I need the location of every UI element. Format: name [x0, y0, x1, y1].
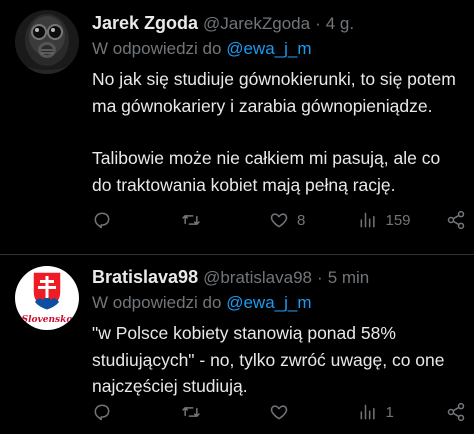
tweet-text: "w Polsce kobiety stanowią ponad 58% stu…	[92, 320, 462, 400]
tweet-paragraph: Talibowie może nie całkiem mi pasują, al…	[92, 148, 441, 195]
reply-icon	[94, 212, 110, 229]
share-button[interactable]	[446, 402, 466, 422]
separator-dot: ·	[315, 14, 321, 33]
reply-icon	[94, 404, 110, 421]
slovak-coat-of-arms-avatar: Slovensko	[15, 266, 79, 330]
tweet[interactable]: Slovensko Bratislava98 @bratislava98 · 5…	[0, 256, 474, 434]
tweet-paragraph: No jak się studiuje gównokierunki, to si…	[92, 69, 456, 116]
like-count: 8	[297, 211, 306, 229]
avatar[interactable]	[15, 10, 79, 74]
tweet-actions: 8 159	[92, 206, 466, 234]
author-name[interactable]: Bratislava98	[92, 264, 198, 290]
tweet-time[interactable]: 4 g.	[326, 11, 354, 37]
author-name[interactable]: Jarek Zgoda	[92, 10, 198, 36]
views-button[interactable]: 1	[358, 402, 418, 422]
tweet-header: Bratislava98 @bratislava98 · 5 min	[92, 264, 462, 290]
author-handle[interactable]: @bratislava98	[203, 265, 312, 291]
share-icon	[447, 402, 465, 422]
reply-mention[interactable]: @ewa_j_m	[226, 39, 311, 58]
avatar-caption: Slovensko	[22, 315, 73, 325]
reply-prefix: W odpowiedzi do	[92, 39, 222, 58]
views-icon	[360, 404, 375, 420]
tweet[interactable]: Jarek Zgoda @JarekZgoda · 4 g. W odpowie…	[0, 0, 474, 255]
avatar[interactable]: Slovensko	[15, 266, 79, 330]
heart-icon	[270, 213, 288, 228]
views-count: 159	[385, 211, 411, 229]
reply-button[interactable]	[92, 402, 152, 422]
tweet-text: No jak się studiuje gównokierunki, to si…	[92, 66, 462, 198]
views-count: 1	[385, 403, 394, 421]
reply-prefix: W odpowiedzi do	[92, 293, 222, 312]
tweet-header: Jarek Zgoda @JarekZgoda · 4 g.	[92, 10, 462, 36]
reply-context: W odpowiedzi do @ewa_j_m	[92, 290, 462, 316]
reply-mention[interactable]: @ewa_j_m	[226, 293, 311, 312]
heart-icon	[270, 405, 288, 420]
separator-dot: ·	[317, 268, 323, 287]
like-button[interactable]	[269, 402, 329, 422]
share-icon	[447, 210, 465, 230]
views-icon	[360, 212, 375, 228]
tweet-paragraph: "w Polsce kobiety stanowią ponad 58% stu…	[92, 323, 445, 396]
reply-context: W odpowiedzi do @ewa_j_m	[92, 36, 462, 62]
author-handle[interactable]: @JarekZgoda	[203, 11, 310, 37]
tweet-actions: 1	[92, 398, 466, 426]
retweet-button[interactable]	[181, 402, 241, 422]
like-button[interactable]: 8	[269, 210, 329, 230]
retweet-button[interactable]	[181, 210, 241, 230]
retweet-icon	[181, 407, 200, 417]
gas-mask-avatar	[15, 10, 79, 74]
reply-button[interactable]	[92, 210, 152, 230]
share-button[interactable]	[446, 210, 466, 230]
retweet-icon	[181, 215, 200, 225]
tweet-time[interactable]: 5 min	[328, 265, 370, 291]
views-button[interactable]: 159	[358, 210, 418, 230]
